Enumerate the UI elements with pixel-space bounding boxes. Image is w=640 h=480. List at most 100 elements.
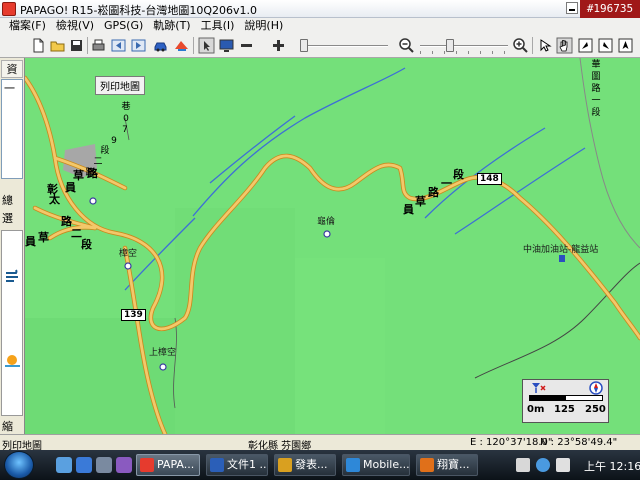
poi-marker-guilun[interactable]	[323, 230, 331, 238]
gps-signal-icon[interactable]	[531, 382, 547, 394]
road-label-char: 圖	[591, 72, 601, 82]
rotate-right-icon[interactable]	[597, 37, 614, 54]
pointer-mode-icon[interactable]	[198, 37, 215, 54]
poi-marker-zhangkong[interactable]	[124, 262, 132, 270]
road-label-char: 二	[93, 157, 103, 167]
quicklaunch-browser-icon[interactable]	[76, 457, 92, 473]
compass-icon[interactable]	[589, 381, 603, 395]
road-label-char: 段	[453, 168, 464, 181]
route-shield-139: 139	[121, 309, 146, 321]
gas-station-icon[interactable]	[559, 255, 565, 262]
watermark-badge: #196735	[580, 0, 640, 18]
task-app-icon	[140, 458, 154, 472]
road-label-char: 路	[85, 168, 95, 178]
side-tab-info[interactable]: 資	[1, 60, 23, 78]
rotate-left-icon[interactable]	[577, 37, 594, 54]
side-label-shrink[interactable]: 縮	[2, 418, 13, 434]
task-button-papago[interactable]: PAPA...	[136, 454, 200, 476]
zoom-out-icon[interactable]	[398, 37, 415, 54]
weather-sun-icon[interactable]	[3, 351, 22, 370]
poi-marker[interactable]	[89, 197, 97, 205]
status-latitude: N : 23°58'49.4"	[540, 437, 618, 448]
zoom-in-small-icon[interactable]	[270, 37, 287, 54]
menu-track[interactable]: 軌跡(T)	[148, 18, 195, 34]
map-view[interactable]: 列印地圖 龜倫 樟空 上樟空 中油加油站-龍益站 太 員 草 路 一 段 彰 員…	[25, 58, 640, 434]
tilt-slider[interactable]	[300, 38, 388, 54]
open-folder-icon[interactable]	[49, 37, 66, 54]
layers-icon[interactable]	[173, 37, 190, 54]
task-app-icon	[278, 458, 292, 472]
scale-label: 0m	[527, 404, 545, 415]
road-label-char: 華	[591, 60, 601, 70]
menu-file[interactable]: 檔案(F)	[4, 18, 51, 34]
tray-keyboard-icon[interactable]	[516, 458, 530, 472]
toolbar	[0, 34, 640, 58]
side-label-total: 總	[2, 194, 13, 207]
side-list-box[interactable]: 一	[1, 79, 23, 179]
back-icon[interactable]	[110, 37, 127, 54]
tilt-slider-thumb[interactable]	[300, 39, 308, 52]
task-button-word[interactable]: 文件1 ...	[206, 454, 268, 476]
menu-tools[interactable]: 工具(I)	[196, 18, 240, 34]
road-label-char: 路	[428, 186, 439, 199]
taskbar-clock[interactable]: 上午 12:16	[584, 458, 640, 474]
road-label-char: 一	[591, 96, 601, 106]
tray-network-icon[interactable]	[536, 458, 550, 472]
quicklaunch-app-icon[interactable]	[116, 457, 132, 473]
task-button-post[interactable]: 發表...	[274, 454, 336, 476]
window-title: PAPAGO! R15-崧圖科技-台灣地圖10Q206v1.0	[20, 4, 258, 17]
save-icon[interactable]	[68, 37, 85, 54]
side-label-option[interactable]: 選	[2, 210, 13, 226]
road-label-char: 段	[81, 238, 92, 251]
zoom-in-icon[interactable]	[512, 37, 529, 54]
zoom-out-small-icon[interactable]	[238, 37, 255, 54]
place-label-shangzhangkong: 上樟空	[149, 348, 177, 358]
tray-volume-icon[interactable]	[556, 458, 570, 472]
poi-marker-shangzhangkong[interactable]	[159, 363, 167, 371]
north-up-icon[interactable]	[617, 37, 634, 54]
select-arrow-icon[interactable]	[537, 37, 554, 54]
start-button[interactable]	[4, 451, 34, 479]
road-label-char: 員	[25, 235, 36, 248]
task-button-xiangbao[interactable]: 翔寶...	[416, 454, 478, 476]
side-panel: 資 一 總 選 縮	[0, 58, 25, 434]
task-app-icon	[346, 458, 360, 472]
task-label: PAPA...	[157, 458, 195, 471]
task-button-mobile[interactable]: Mobile...	[342, 454, 410, 476]
menu-gps[interactable]: GPS(G)	[99, 18, 148, 34]
road-label-char: 員	[65, 181, 76, 194]
minimize-button[interactable]	[566, 2, 578, 14]
scale-label: 125	[554, 404, 575, 415]
road-label-char: 9	[111, 136, 117, 146]
pan-hand-icon[interactable]	[556, 37, 573, 54]
print-icon[interactable]	[90, 37, 107, 54]
place-label-zhangkong: 樟空	[119, 249, 138, 259]
menu-view[interactable]: 檢視(V)	[51, 18, 99, 34]
zoom-slider-thumb[interactable]	[446, 39, 454, 52]
side-list-item[interactable]: 一	[4, 80, 15, 96]
status-bar: 列印地圖 彰化縣 芬園鄉 E : 120°37'18.0" N : 23°58'…	[0, 434, 640, 452]
zoom-slider[interactable]	[420, 38, 508, 54]
new-file-icon[interactable]	[30, 37, 47, 54]
quicklaunch-switch-icon[interactable]	[96, 457, 112, 473]
side-tool-panel	[1, 230, 23, 416]
forward-icon[interactable]	[130, 37, 147, 54]
road-label-char: 段	[100, 146, 110, 156]
road-label-char: 巷	[121, 102, 131, 112]
quicklaunch-desktop-icon[interactable]	[56, 457, 72, 473]
weather-wind-icon[interactable]	[3, 267, 22, 286]
menu-help[interactable]: 說明(H)	[239, 18, 288, 34]
task-label: Mobile...	[363, 458, 410, 471]
menu-bar: 檔案(F) 檢視(V) GPS(G) 軌跡(T) 工具(I) 說明(H)	[0, 18, 640, 34]
screen-icon[interactable]	[218, 37, 235, 54]
app-icon[interactable]	[2, 2, 16, 16]
task-app-icon	[420, 458, 434, 472]
taskbar: PAPA... 文件1 ... 發表... Mobile... 翔寶... 上午…	[0, 450, 640, 480]
road-label-char: 草	[38, 231, 49, 244]
place-label-guilun: 龜倫	[317, 217, 336, 227]
title-bar: PAPAGO! R15-崧圖科技-台灣地圖10Q206v1.0 #196735	[0, 0, 640, 18]
task-label: 文件1 ...	[227, 458, 268, 471]
car-icon[interactable]	[152, 37, 169, 54]
scale-box: 0m 125 250	[522, 379, 609, 423]
print-map-tooltip: 列印地圖	[95, 76, 145, 95]
